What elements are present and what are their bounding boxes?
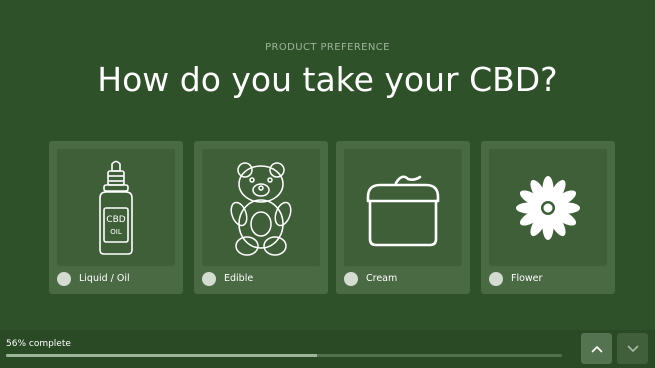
chevron-down-icon <box>627 345 638 352</box>
previous-button[interactable] <box>581 333 612 364</box>
cbd-oil-bottle-icon: CBD OIL <box>99 160 133 255</box>
option-art <box>344 149 462 266</box>
gummy-bear-icon <box>230 161 292 256</box>
bottle-label-oil: OIL <box>110 228 122 236</box>
bottle-label-cbd: CBD <box>106 215 125 225</box>
radio-button[interactable] <box>57 272 71 286</box>
option-cards: CBD OIL Liquid / Oil Edible Cream Flower <box>49 141 616 294</box>
option-card-flower[interactable]: Flower <box>481 141 615 294</box>
option-card-cream[interactable]: Cream <box>336 141 470 294</box>
cream-jar-icon <box>366 174 440 246</box>
radio-button[interactable] <box>202 272 216 286</box>
option-label: Liquid / Oil <box>79 273 130 284</box>
radio-button[interactable] <box>344 272 358 286</box>
question-title: How do you take your CBD? <box>97 60 558 99</box>
radio-button[interactable] <box>489 272 503 286</box>
option-art: CBD OIL <box>57 149 175 266</box>
next-button[interactable] <box>617 333 648 364</box>
progress-bar <box>6 354 562 357</box>
progress-text: 56% complete <box>6 339 71 349</box>
option-label: Cream <box>366 273 398 284</box>
progress-fill <box>6 354 318 357</box>
section-eyebrow: PRODUCT PREFERENCE <box>265 42 390 53</box>
option-card-edible[interactable]: Edible <box>194 141 328 294</box>
option-label: Edible <box>224 273 254 284</box>
option-label: Flower <box>511 273 543 284</box>
flower-icon <box>516 175 580 240</box>
page: PRODUCT PREFERENCE How do you take your … <box>0 0 655 368</box>
option-art <box>489 149 607 266</box>
chevron-up-icon <box>591 345 602 352</box>
footer-bar <box>0 330 655 368</box>
option-card-liquid-oil[interactable]: CBD OIL Liquid / Oil <box>49 141 183 294</box>
option-art <box>202 149 320 266</box>
